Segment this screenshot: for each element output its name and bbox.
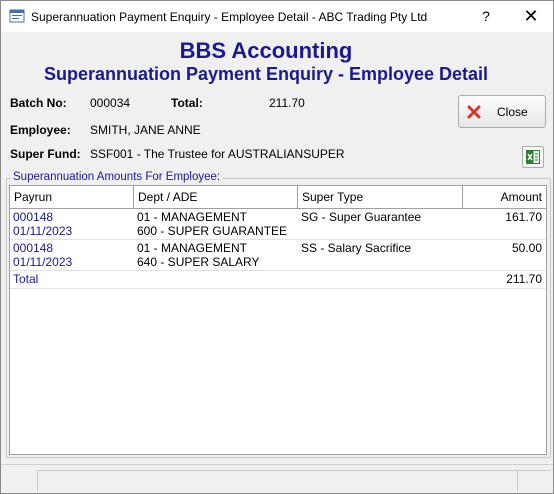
super-amounts-table[interactable]: Payrun Dept / ADE Super Type Amount 0001…: [9, 185, 547, 455]
payrun-date: 01/11/2023: [13, 255, 73, 269]
payrun-number: 000148: [13, 241, 54, 255]
column-header-payrun[interactable]: Payrun: [10, 186, 134, 208]
status-pane-right: [517, 470, 551, 492]
close-button[interactable]: Close: [458, 95, 546, 128]
super-type-value: SS - Salary Sacrifice: [301, 241, 412, 255]
batch-label: Batch No:: [10, 96, 67, 110]
group-legend: Superannuation Amounts For Employee:: [11, 171, 223, 183]
status-pane-main: [37, 470, 517, 492]
table-row[interactable]: 000148 01/11/2023 01 - MANAGEMENT 600 - …: [10, 209, 546, 240]
client-area: BBS Accounting Superannuation Payment En…: [1, 32, 553, 464]
company-heading: BBS Accounting: [179, 38, 353, 63]
payrun-date: 01/11/2023: [13, 224, 73, 238]
total-value: 211.70: [269, 96, 305, 110]
total-row-amount: 211.70: [506, 272, 542, 286]
export-excel-button[interactable]: [522, 146, 544, 168]
close-button-label: Close: [497, 105, 528, 119]
excel-export-icon: [526, 150, 540, 164]
dept-value: 01 - MANAGEMENT: [137, 210, 248, 224]
column-header-amount[interactable]: Amount: [463, 186, 546, 208]
window-title: Superannuation Payment Enquiry - Employe…: [31, 10, 428, 24]
status-bar: [1, 464, 553, 493]
page-title: Superannuation Payment Enquiry - Employe…: [43, 64, 489, 84]
dept-value: 01 - MANAGEMENT: [137, 241, 248, 255]
batch-value: 000034: [90, 96, 131, 110]
payrun-number: 000148: [13, 210, 54, 224]
super-fund-label: Super Fund:: [10, 147, 81, 161]
total-row-label: Total: [13, 272, 39, 286]
help-button[interactable]: ?: [463, 1, 509, 32]
total-label: Total:: [171, 96, 203, 110]
table-row[interactable]: 000148 01/11/2023 01 - MANAGEMENT 640 - …: [10, 240, 546, 271]
amount-value: 50.00: [511, 241, 542, 255]
ade-value: 600 - SUPER GUARANTEE: [137, 224, 288, 238]
employee-value: SMITH, JANE ANNE: [90, 123, 201, 137]
super-fund-value: SSF001 - The Trustee for AUSTRALIANSUPER: [90, 147, 345, 161]
window-close-button[interactable]: ✕: [509, 1, 553, 32]
column-header-dept-ade[interactable]: Dept / ADE: [134, 186, 298, 208]
ade-value: 640 - SUPER SALARY: [137, 255, 260, 269]
column-header-super-type[interactable]: Super Type: [298, 186, 463, 208]
super-type-value: SG - Super Guarantee: [301, 210, 422, 224]
title-bar[interactable]: Superannuation Payment Enquiry - Employe…: [1, 1, 553, 32]
app-icon: [9, 9, 25, 23]
enquiry-window: Superannuation Payment Enquiry - Employe…: [0, 0, 554, 494]
red-x-icon: [467, 105, 481, 119]
employee-label: Employee:: [10, 123, 71, 137]
table-header: Payrun Dept / ADE Super Type Amount: [10, 186, 546, 209]
table-total-row[interactable]: Total 211.70: [10, 271, 546, 289]
amount-value: 161.70: [505, 210, 542, 224]
